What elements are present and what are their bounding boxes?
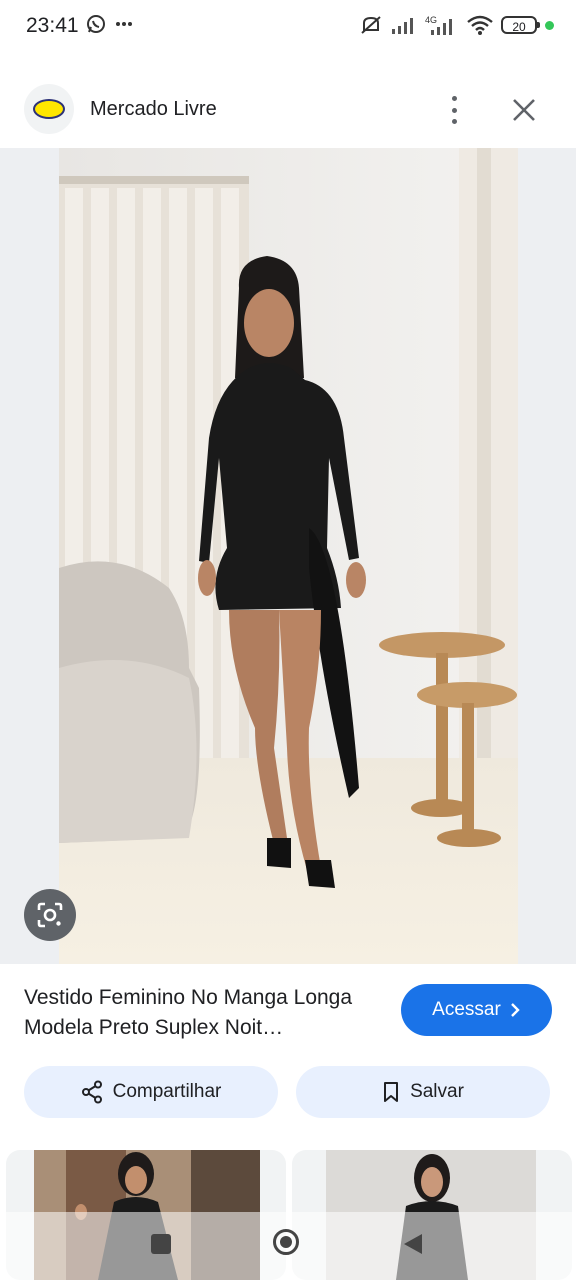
status-bar: 23:41 4G 20 [0,0,576,56]
signal-4g-icon: 4G [425,15,452,35]
image-preview-area [0,148,576,964]
whatsapp-icon [87,15,105,33]
svg-text:4G: 4G [425,15,437,25]
save-button-label: Salvar [410,1081,464,1102]
share-button[interactable]: Compartilhar [24,1066,278,1118]
more-notifications-icon [116,22,132,26]
chevron-right-icon [510,1003,520,1017]
mercado-livre-logo [24,84,74,134]
source-header: Mercado Livre [0,72,576,148]
product-image[interactable] [59,148,518,964]
battery-icon: 20 [501,16,540,34]
system-nav-bar [0,1212,576,1280]
visit-button-label: Acessar [432,999,501,1020]
share-icon [81,1080,102,1104]
visit-button[interactable]: Acessar [401,984,552,1036]
back-icon[interactable] [402,1232,424,1256]
save-button[interactable]: Salvar [296,1066,550,1118]
site-name[interactable]: Mercado Livre [90,98,217,121]
bookmark-icon [384,1082,399,1102]
product-title[interactable]: Vestido Feminino No Manga Longa Modela P… [24,983,384,1043]
mute-icon [361,16,381,34]
wifi-icon [467,15,493,35]
clock: 23:41 [26,14,79,37]
close-icon[interactable] [508,94,540,126]
more-vert-icon[interactable] [440,94,468,126]
recents-icon[interactable] [151,1234,171,1254]
share-button-label: Compartilhar [112,1081,222,1102]
google-lens-icon[interactable] [24,889,76,941]
signal-icon [392,18,413,34]
privacy-indicator-dot [545,20,554,30]
home-icon[interactable] [273,1229,299,1255]
